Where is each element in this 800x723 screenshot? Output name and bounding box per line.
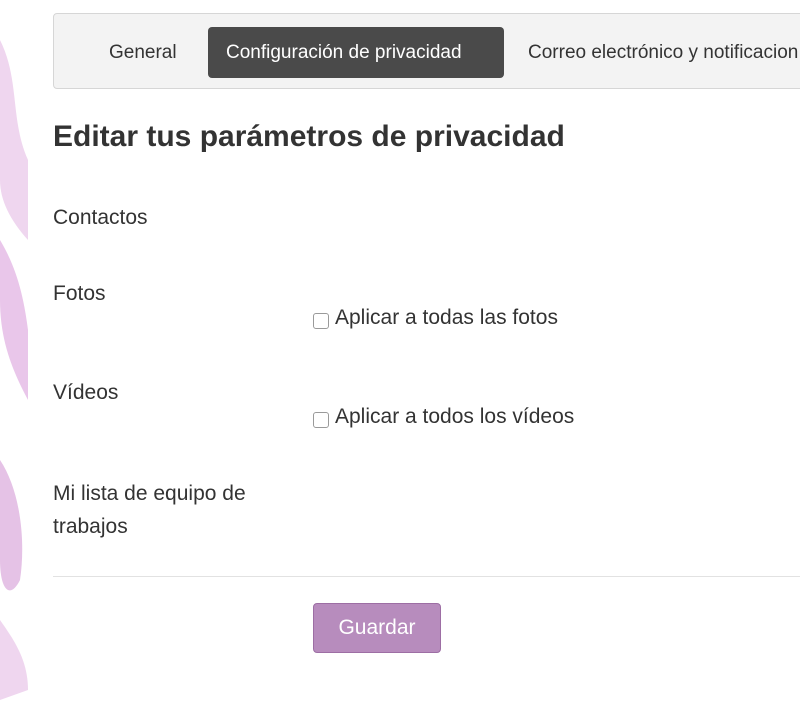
work-team-label-line1: Mi lista de equipo de: [53, 482, 246, 505]
apply-all-videos-checkbox[interactable]: [313, 412, 329, 428]
photos-label: Fotos: [53, 282, 106, 305]
work-team-label-line2: trabajos: [53, 515, 128, 538]
page-title: Editar tus parámetros de privacidad: [53, 120, 565, 153]
apply-all-videos-label[interactable]: Aplicar a todos los vídeos: [335, 405, 574, 429]
tab-privacy-settings[interactable]: Configuración de privacidad: [208, 27, 504, 78]
contacts-label: Contactos: [53, 206, 148, 229]
work-team-label: Mi lista de equipo de trabajos: [53, 477, 246, 543]
tab-email-notifications[interactable]: Correo electrónico y notificacion: [510, 27, 800, 78]
settings-panel: General Configuración de privacidad Corr…: [28, 0, 800, 723]
apply-all-photos-label[interactable]: Aplicar a todas las fotos: [335, 306, 558, 330]
videos-label: Vídeos: [53, 381, 119, 404]
apply-all-photos-checkbox[interactable]: [313, 313, 329, 329]
tab-general[interactable]: General: [91, 27, 195, 78]
save-button[interactable]: Guardar: [313, 603, 441, 653]
settings-tabs: General Configuración de privacidad Corr…: [53, 13, 800, 89]
form-divider: [53, 576, 800, 577]
apply-all-videos-row[interactable]: Aplicar a todos los vídeos: [313, 402, 574, 432]
apply-all-photos-row[interactable]: Aplicar a todas las fotos: [313, 303, 558, 333]
